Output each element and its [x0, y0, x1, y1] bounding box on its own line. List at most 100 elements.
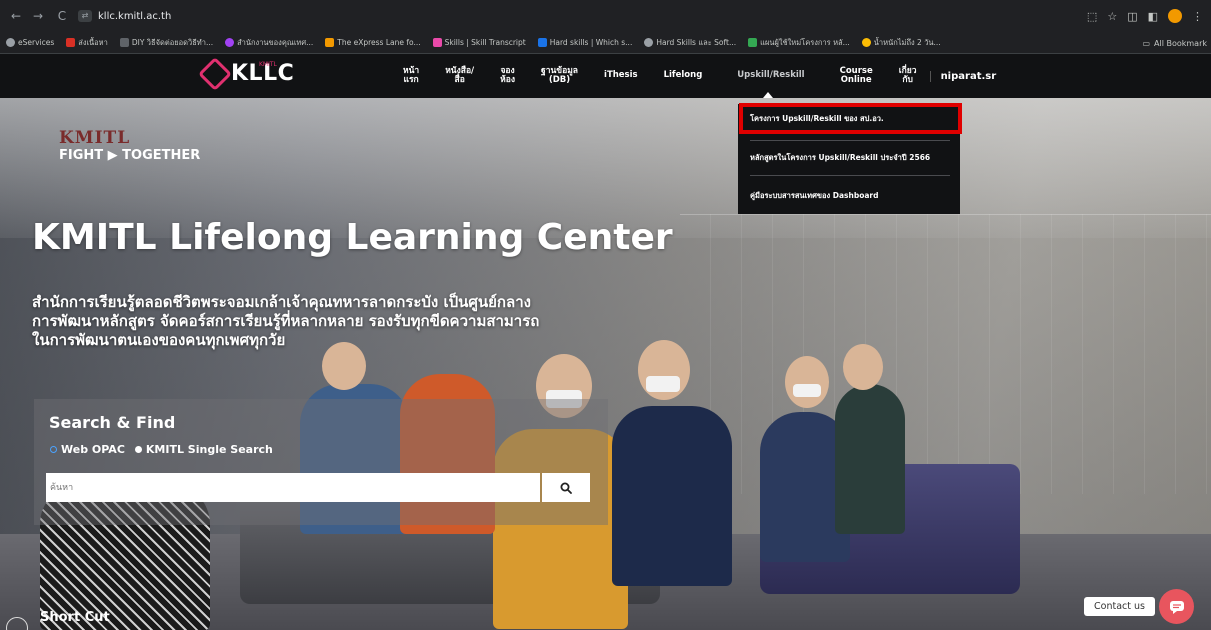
kmitl-brand-block: KMITL FIGHT ▶ TOGETHER — [59, 128, 200, 163]
menu-upskill-reskill[interactable]: Upskill/Reskill — [715, 70, 826, 80]
dropdown-divider — [750, 175, 950, 176]
reload-icon[interactable]: C — [52, 9, 72, 23]
radio-unselected-icon — [50, 446, 57, 453]
person-head — [785, 356, 829, 408]
contact-us-label[interactable]: Contact us — [1084, 597, 1155, 616]
all-bookmarks-button[interactable]: ▭ All Bookmark — [1136, 32, 1207, 53]
bookmark-favicon-icon — [537, 38, 547, 47]
bookmark-item[interactable]: The eXpress Lane fo... — [325, 38, 421, 47]
bookmark-label: น้ำหนักไม่ถึง 2 วัน... — [873, 37, 941, 47]
all-bookmarks-label: All Bookmark — [1154, 38, 1207, 48]
menu-room-booking[interactable]: จอง ห้อง — [487, 66, 528, 86]
menu-database[interactable]: ฐานข้อมูล (DB) — [528, 66, 591, 86]
menu-ithesis[interactable]: iThesis — [591, 70, 651, 80]
hero-description-line: ในการพัฒนาตนเองของคนทุกเพศทุกวัย — [32, 331, 286, 350]
menu-about[interactable]: เกี่ยว กับ — [886, 66, 930, 86]
search-source-options: Web OPAC KMITL Single Search — [50, 443, 273, 456]
logo-mark-icon — [198, 56, 232, 91]
bookmark-favicon-icon — [644, 38, 654, 47]
site-info-icon[interactable]: ⇄ — [78, 10, 92, 22]
menu-books-media[interactable]: หนังสือ/ สื่อ — [432, 66, 487, 86]
site-navbar: KMITL KLLC หน้า แรก หนังสือ/ สื่อ จอง ห้… — [0, 54, 1211, 98]
bookmark-item[interactable]: น้ำหนักไม่ถึง 2 วัน... — [861, 37, 941, 49]
bookmark-favicon-icon — [748, 38, 758, 47]
translate-icon[interactable]: ⬚ — [1087, 10, 1097, 23]
bookmark-favicon-icon — [6, 38, 15, 47]
kmitl-brand-word: KMITL — [59, 128, 131, 148]
profile-avatar[interactable] — [1168, 9, 1182, 23]
folder-icon: ▭ — [1142, 38, 1150, 48]
bookmark-item[interactable]: แผนผู้ใช้ใหม่โครงการ หลั... — [748, 37, 850, 49]
search-card: Search & Find Web OPAC KMITL Single Sear… — [34, 399, 608, 525]
bookmark-favicon-icon — [225, 38, 235, 47]
annotation-highlight-box — [739, 103, 962, 134]
bookmark-favicon-icon — [861, 38, 871, 47]
bookmark-item[interactable]: สำนักงานของคุณเทศ... — [225, 37, 313, 49]
dropdown-item-dashboard-manual[interactable]: คู่มือระบบสารสนเทศของ Dashboard — [750, 190, 950, 202]
radio-label: Web OPAC — [61, 443, 125, 456]
radio-selected-icon — [134, 446, 142, 453]
back-icon[interactable]: ← — [6, 9, 26, 23]
search-input[interactable] — [46, 473, 540, 502]
address-bar[interactable]: ⇄ kllc.kmitl.ac.th — [78, 6, 1078, 26]
logo-subtext: KMITL — [259, 61, 277, 68]
bookmark-label: สำนักงานของคุณเทศ... — [237, 37, 314, 47]
radio-web-opac[interactable]: Web OPAC — [50, 443, 125, 456]
contact-chat-button[interactable] — [1159, 589, 1194, 624]
bookmark-star-icon[interactable]: ☆ — [1107, 10, 1117, 23]
hero-description-line: สำนักการเรียนรู้ตลอดชีวิตพระจอมเกล้าเจ้า… — [32, 293, 531, 311]
bookmark-item[interactable]: Skills | Skill Transcript — [432, 38, 526, 47]
menu-home[interactable]: หน้า แรก — [390, 66, 432, 86]
url-text[interactable]: kllc.kmitl.ac.th — [98, 11, 171, 22]
bookmark-item[interactable]: Hard skills | Which s... — [537, 38, 633, 47]
bookmark-favicon-icon — [325, 38, 335, 47]
sidepanel-icon[interactable]: ◧ — [1148, 10, 1158, 23]
bookmark-label: eServices — [18, 38, 55, 47]
browser-actions: ⬚ ☆ ◫ ◧ ⋮ — [1087, 0, 1211, 32]
bookmark-label: ส่งเนื้อหา — [78, 37, 108, 47]
shortcut-heading: Short Cut — [40, 610, 110, 625]
menu-dots-icon[interactable]: ⋮ — [1192, 10, 1203, 23]
hero-description: สำนักการเรียนรู้ตลอดชีวิตพระจอมเกล้าเจ้า… — [32, 293, 652, 351]
search-title: Search & Find — [49, 413, 176, 432]
bookmark-favicon-icon — [432, 38, 442, 47]
bookmark-item[interactable]: DIY วิธีจัดต่อยอดวิธีทำ... — [119, 37, 214, 49]
extensions-icon[interactable]: ◫ — [1127, 10, 1137, 23]
bookmark-label: DIY วิธีจัดต่อยอดวิธีทำ... — [131, 37, 214, 47]
dropdown-divider — [750, 140, 950, 141]
search-button[interactable] — [542, 473, 590, 502]
dropdown-item-courses-2566[interactable]: หลักสูตรในโครงการ Upskill/Reskill ประจำป… — [750, 152, 950, 164]
bookmark-item[interactable]: Hard Skills และ Soft... — [644, 37, 736, 49]
person-shape — [835, 384, 905, 534]
radio-kmitl-single-search[interactable]: KMITL Single Search — [134, 443, 273, 456]
bookmark-favicon-icon — [119, 38, 129, 47]
main-menu: หน้า แรก หนังสือ/ สื่อ จอง ห้อง ฐานข้อมู… — [390, 54, 1009, 98]
forward-icon[interactable]: → — [28, 9, 48, 23]
bookmark-label: Hard skills | Which s... — [549, 38, 633, 47]
logo-wordmark: KMITL KLLC — [231, 61, 294, 86]
dropdown-caret-icon — [763, 92, 773, 98]
fight-together-tag: FIGHT ▶ TOGETHER — [59, 148, 201, 163]
radio-label: KMITL Single Search — [145, 443, 273, 456]
bookmark-label: Hard Skills และ Soft... — [656, 37, 737, 47]
bookmark-label: แผนผู้ใช้ใหม่โครงการ หลั... — [760, 37, 850, 47]
bookmark-favicon-icon — [66, 38, 76, 47]
person-shape — [612, 406, 732, 586]
site-logo[interactable]: KMITL KLLC — [198, 56, 294, 91]
search-icon — [560, 482, 572, 494]
chat-icon — [1169, 600, 1184, 614]
bookmark-label: Skills | Skill Transcript — [444, 38, 526, 47]
bookmarks-bar: eServices ส่งเนื้อหา DIY วิธีจัดต่อยอดวิ… — [0, 32, 1211, 54]
person-head — [843, 344, 883, 390]
page-viewport: KMITL KLLC หน้า แรก หนังสือ/ สื่อ จอง ห้… — [0, 54, 1211, 630]
face-mask — [646, 376, 680, 392]
bookmark-item[interactable]: ส่งเนื้อหา — [66, 37, 108, 49]
bookmark-label: The eXpress Lane fo... — [337, 38, 421, 47]
user-account-link[interactable]: niparat.sr — [929, 70, 1010, 82]
hero-title: KMITL Lifelong Learning Center — [32, 217, 673, 258]
menu-lifelong[interactable]: Lifelong — [651, 70, 716, 80]
bookmark-item[interactable]: eServices — [6, 38, 54, 47]
hero-description-line: การพัฒนาหลักสูตร จัดคอร์สการเรียนรู้ที่ห… — [32, 312, 540, 331]
menu-course-online[interactable]: Course Online — [827, 66, 886, 86]
face-mask — [793, 384, 821, 397]
